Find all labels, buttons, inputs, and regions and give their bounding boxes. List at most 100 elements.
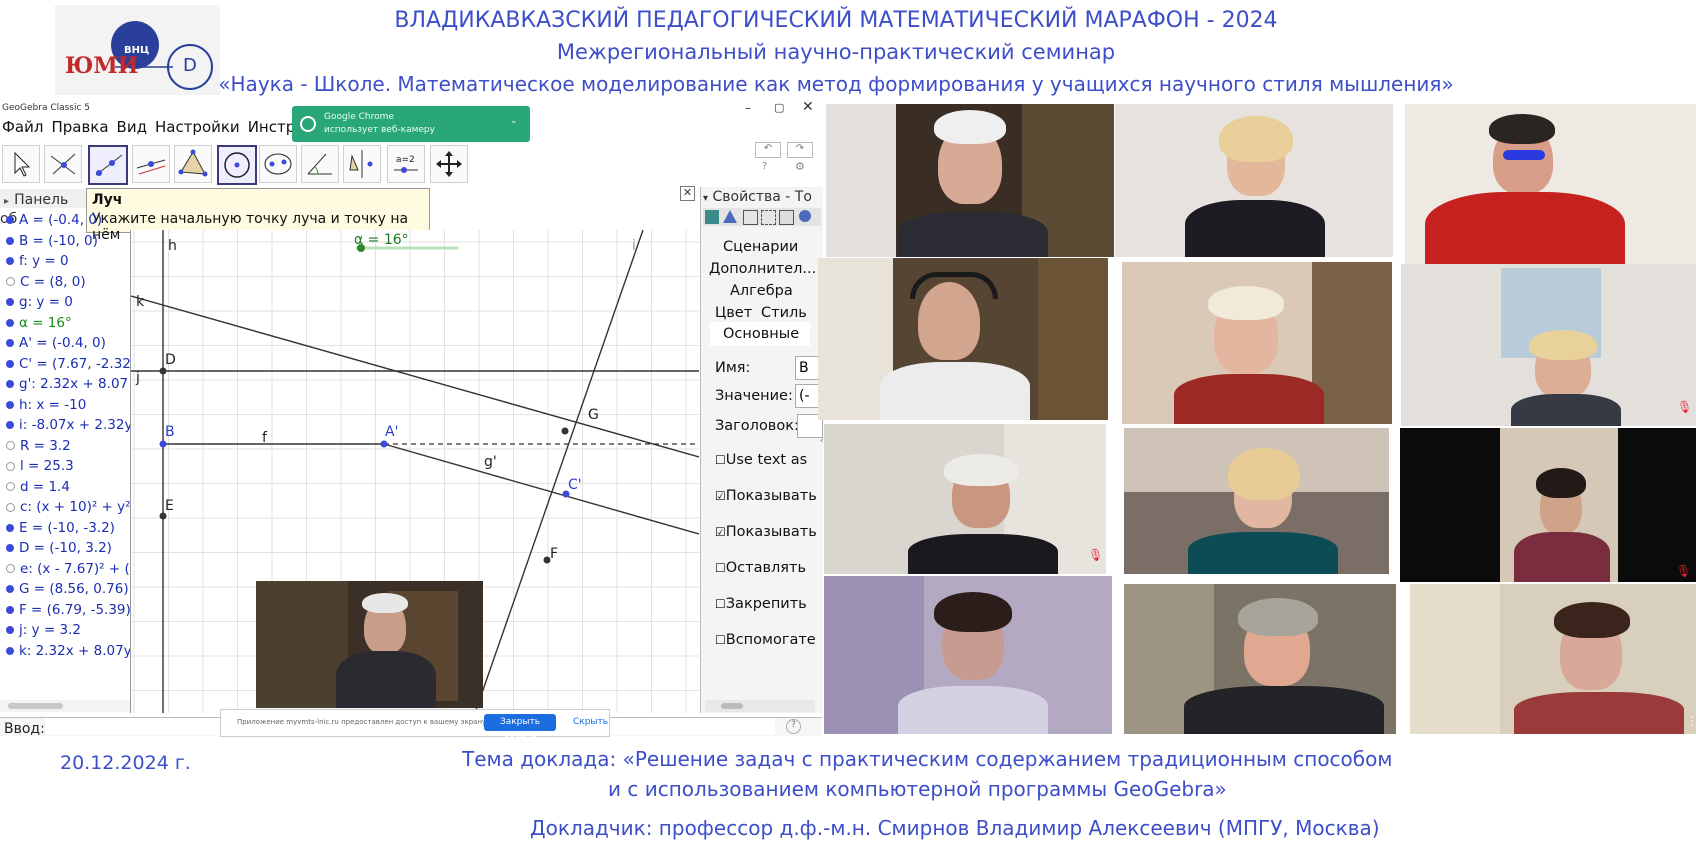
tool-circle-icon[interactable]	[217, 145, 257, 185]
share-stop-button[interactable]: Закрыть доступ	[484, 714, 556, 744]
visible-object-icon[interactable]	[6, 257, 14, 265]
tool-reflect-icon[interactable]	[343, 145, 381, 183]
algebra-item[interactable]: k: 2.32x + 8.07y	[6, 643, 132, 659]
checkbox-unchecked-icon[interactable]: ☐	[715, 597, 726, 611]
collapse-icon[interactable]: ▾	[703, 193, 708, 204]
hidden-object-icon[interactable]	[6, 277, 15, 286]
algebra-item[interactable]: A = (-0.4, 0)	[6, 212, 102, 228]
visible-object-icon[interactable]	[6, 236, 14, 245]
tool-ellipse-icon[interactable]	[259, 145, 297, 183]
checkbox-unchecked-icon[interactable]: ☐	[715, 561, 726, 575]
algebra-item[interactable]: F = (6.79, -5.39)	[6, 602, 131, 618]
visible-object-icon[interactable]	[6, 298, 14, 306]
algebra-item[interactable]: R = 3.2	[6, 438, 71, 454]
algebra-item[interactable]: i: -8.07x + 2.32y	[6, 417, 132, 433]
grid-style-icon[interactable]	[761, 210, 776, 225]
algebra-item[interactable]: A' = (-0.4, 0)	[6, 335, 106, 351]
undo-icon[interactable]: ↶	[755, 142, 781, 158]
tool-move-view-icon[interactable]	[430, 145, 468, 183]
triangle-style-icon[interactable]	[723, 210, 737, 223]
visible-object-icon[interactable]	[6, 626, 14, 634]
algebra-item[interactable]: g: y = 0	[6, 294, 73, 310]
close-graphics-icon[interactable]: ✕	[680, 186, 695, 201]
tab-scripting[interactable]: Сценарии	[723, 239, 798, 255]
algebra-item[interactable]: g': 2.32x + 8.07	[6, 376, 128, 392]
video-tile[interactable]	[824, 576, 1112, 734]
video-tile[interactable]	[1115, 104, 1393, 257]
tab-color[interactable]: Цвет	[715, 305, 752, 321]
menu-view[interactable]: Вид	[117, 118, 147, 136]
gear-icon[interactable]: ⚙	[795, 160, 805, 173]
visible-object-icon[interactable]	[6, 544, 14, 552]
video-tile[interactable]	[1122, 262, 1392, 424]
algebra-item[interactable]: C = (8, 0)	[6, 274, 86, 290]
tool-perpendicular-icon[interactable]	[132, 145, 170, 183]
visible-object-icon[interactable]	[6, 523, 14, 532]
menu-edit[interactable]: Правка	[51, 118, 108, 136]
checkbox-unchecked-icon[interactable]: ☐	[715, 453, 726, 467]
tool-slider-icon[interactable]: a=2	[387, 145, 425, 183]
checkbox-unchecked-icon[interactable]: ☐	[715, 633, 726, 647]
visible-object-icon[interactable]	[6, 380, 14, 388]
algebra-item[interactable]: f: y = 0	[6, 253, 69, 269]
tool-angle-icon[interactable]	[301, 145, 339, 183]
minimize-button[interactable]: –	[745, 101, 751, 115]
video-tile[interactable]	[818, 258, 1108, 420]
tool-move-icon[interactable]	[2, 145, 40, 183]
menu-settings[interactable]: Настройки	[155, 118, 240, 136]
help-icon[interactable]: ?	[762, 161, 767, 172]
checkbox-checked-icon[interactable]: ☑	[715, 489, 726, 503]
property-checkbox[interactable]: ☑Показывать	[715, 524, 817, 540]
property-checkbox[interactable]: ☐Use text as	[715, 452, 807, 468]
algebra-item[interactable]: d = 1.4	[6, 479, 70, 495]
input-help-icon[interactable]: ?	[786, 719, 801, 734]
video-tile[interactable]	[1124, 428, 1389, 574]
table-style-icon[interactable]	[743, 210, 758, 225]
menu-file[interactable]: Файл	[2, 118, 43, 136]
property-checkbox[interactable]: ☐Вспомогате	[715, 632, 816, 648]
video-tile[interactable]: 🎙	[1401, 264, 1696, 426]
property-checkbox[interactable]: ☐Оставлять	[715, 560, 806, 576]
algebra-item[interactable]: j: y = 3.2	[6, 622, 81, 638]
chrome-camera-notice[interactable]: Google Chrome использует веб-камеру ⌄	[292, 106, 530, 142]
tool-polygon-icon[interactable]	[174, 145, 212, 183]
video-tile[interactable]	[1405, 104, 1696, 264]
visible-object-icon[interactable]	[6, 605, 14, 614]
tab-algebra[interactable]: Алгебра	[730, 283, 793, 299]
maximize-button[interactable]: ▢	[774, 101, 784, 114]
graphics-style-icon[interactable]	[705, 210, 719, 224]
algebra-item[interactable]: α = 16°	[6, 315, 72, 331]
visible-object-icon[interactable]	[6, 216, 14, 224]
more-options-icon[interactable]: ⋮	[1686, 714, 1696, 728]
hidden-object-icon[interactable]	[6, 461, 15, 471]
object-style-icon[interactable]	[799, 210, 811, 222]
algebra-item[interactable]: c: (x + 10)² + y²	[6, 499, 131, 515]
hidden-object-icon[interactable]	[6, 502, 15, 512]
video-tile[interactable]	[826, 104, 1114, 257]
properties-scrollbar[interactable]	[705, 700, 815, 712]
video-tile[interactable]	[1124, 584, 1396, 734]
algebra-item[interactable]: C' = (7.67, -2.32)	[6, 356, 136, 372]
chevron-down-icon[interactable]: ⌄	[510, 116, 518, 126]
hidden-object-icon[interactable]	[6, 564, 15, 573]
hidden-object-icon[interactable]	[6, 441, 15, 450]
algebra-item[interactable]: E = (-10, -3.2)	[6, 520, 115, 536]
tab-advanced[interactable]: Дополнител...	[709, 261, 816, 277]
property-checkbox[interactable]: ☑Показывать	[715, 488, 817, 504]
expand-icon[interactable]: ▸	[4, 196, 9, 207]
algebra-item[interactable]: l = 25.3	[6, 458, 74, 474]
tool-ray-icon[interactable]	[88, 145, 128, 185]
close-window-button[interactable]: ✕	[802, 99, 814, 115]
algebra-item[interactable]: G = (8.56, 0.76)	[6, 581, 129, 597]
visible-object-icon[interactable]	[6, 421, 14, 429]
redo-icon[interactable]: ↷	[787, 142, 813, 158]
visible-object-icon[interactable]	[6, 318, 14, 327]
algebra-item[interactable]: B = (-10, 0)	[6, 233, 98, 249]
visible-object-icon[interactable]	[6, 585, 14, 593]
visible-object-icon[interactable]	[6, 339, 14, 347]
hidden-object-icon[interactable]	[6, 482, 15, 491]
video-tile[interactable]: ⋮	[1410, 584, 1696, 734]
layer-style-icon[interactable]	[779, 210, 794, 225]
share-hide-link[interactable]: Скрыть	[573, 717, 608, 727]
tab-style[interactable]: Стиль	[761, 305, 807, 321]
